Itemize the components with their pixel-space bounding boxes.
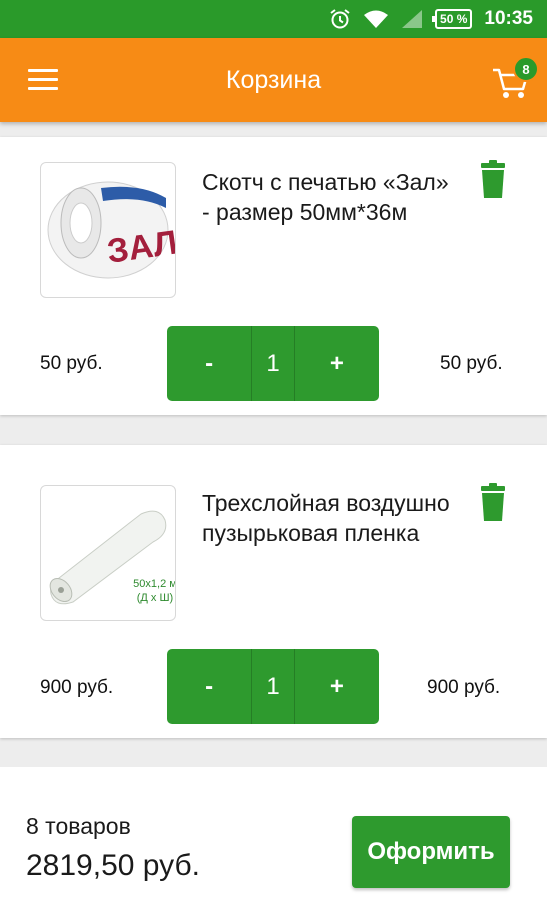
quantity-value: 1 xyxy=(251,326,295,401)
battery-icon: 50 % xyxy=(432,9,473,29)
quantity-stepper: - 1 + xyxy=(167,649,379,724)
image-caption-dims: (Д х Ш) xyxy=(137,592,173,604)
app-bar: Корзина xyxy=(0,38,547,122)
items-count: 8 товаров xyxy=(26,813,131,839)
decrease-quantity-button[interactable]: - xyxy=(167,326,251,401)
product-image[interactable]: ЗАЛ xyxy=(40,162,176,298)
page-title: Корзина xyxy=(225,66,322,94)
increase-quantity-button[interactable]: + xyxy=(295,649,379,724)
status-bar: 50 % 10:35 xyxy=(0,0,547,38)
alarm-icon xyxy=(329,8,351,30)
cart-summary: 8 товаров 2819,50 руб. Оформить xyxy=(0,767,547,900)
cart-count-badge: 8 xyxy=(513,56,539,82)
cart-total: 2819,50 руб. xyxy=(26,849,200,882)
status-time: 10:35 xyxy=(484,8,533,29)
cart-item-card: ЗАЛ Скотч с печатью «Зал» - размер 50мм*… xyxy=(0,137,547,415)
item-total-price: 50 руб. xyxy=(440,353,503,374)
unit-price: 50 руб. xyxy=(40,353,103,374)
wifi-icon xyxy=(363,9,389,29)
quantity-stepper: - 1 + xyxy=(167,326,379,401)
cart-item-card: 50х1,2 м (Д х Ш) Трехслойная воздушно пу… xyxy=(0,445,547,738)
product-name: Скотч с печатью «Зал» - размер 50мм*36м xyxy=(202,169,449,225)
trash-icon[interactable] xyxy=(478,483,508,523)
checkout-button[interactable]: Оформить xyxy=(352,816,510,888)
item-total-price: 900 руб. xyxy=(427,677,501,698)
quantity-value: 1 xyxy=(251,649,295,724)
image-caption-size: 50х1,2 м xyxy=(133,578,175,590)
product-image[interactable]: 50х1,2 м (Д х Ш) xyxy=(40,485,176,621)
decrease-quantity-button[interactable]: - xyxy=(167,649,251,724)
product-name: Трехслойная воздушно пузырьковая пленка xyxy=(202,490,450,546)
trash-icon[interactable] xyxy=(478,160,508,200)
unit-price: 900 руб. xyxy=(40,677,114,698)
signal-icon xyxy=(401,9,423,29)
increase-quantity-button[interactable]: + xyxy=(295,326,379,401)
